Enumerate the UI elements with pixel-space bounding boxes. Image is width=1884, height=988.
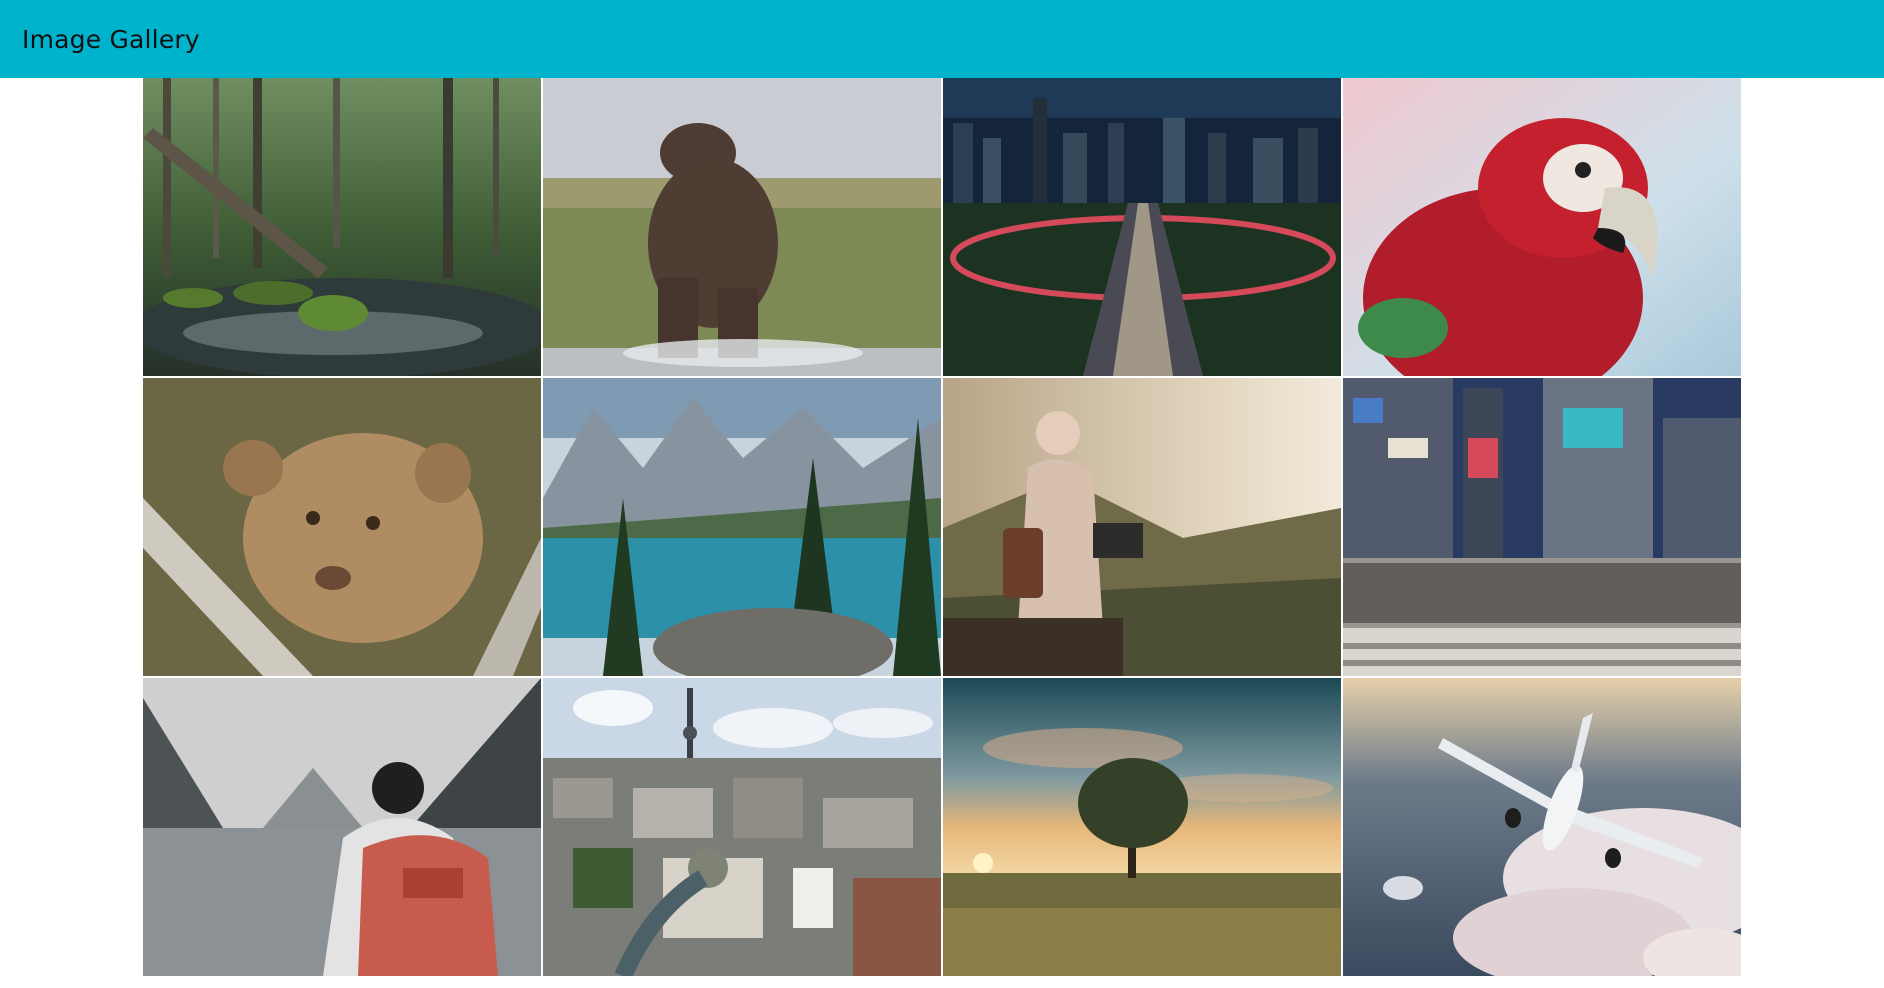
image-gallery-grid: [143, 78, 1743, 976]
gallery-image-forest-stream[interactable]: [143, 78, 541, 376]
gallery-image-city-with-tv-tower[interactable]: [543, 678, 941, 976]
gallery-image-lion-cub[interactable]: [143, 378, 541, 676]
gallery-image-mountain-lake[interactable]: [543, 378, 941, 676]
gallery-image-woman-with-laptop[interactable]: [943, 378, 1341, 676]
gallery-image-airplane-above-clouds[interactable]: [1343, 678, 1741, 976]
gallery-image-red-macaw[interactable]: [1343, 78, 1741, 376]
app-header: Image Gallery: [0, 0, 1884, 78]
gallery-image-hiker-by-lake[interactable]: [143, 678, 541, 976]
gallery-image-city-crossing[interactable]: [1343, 378, 1741, 676]
gallery-image-hippopotamus[interactable]: [543, 78, 941, 376]
page-title: Image Gallery: [22, 24, 200, 54]
gallery-image-city-at-night[interactable]: [943, 78, 1341, 376]
gallery-image-tree-at-sunset[interactable]: [943, 678, 1341, 976]
